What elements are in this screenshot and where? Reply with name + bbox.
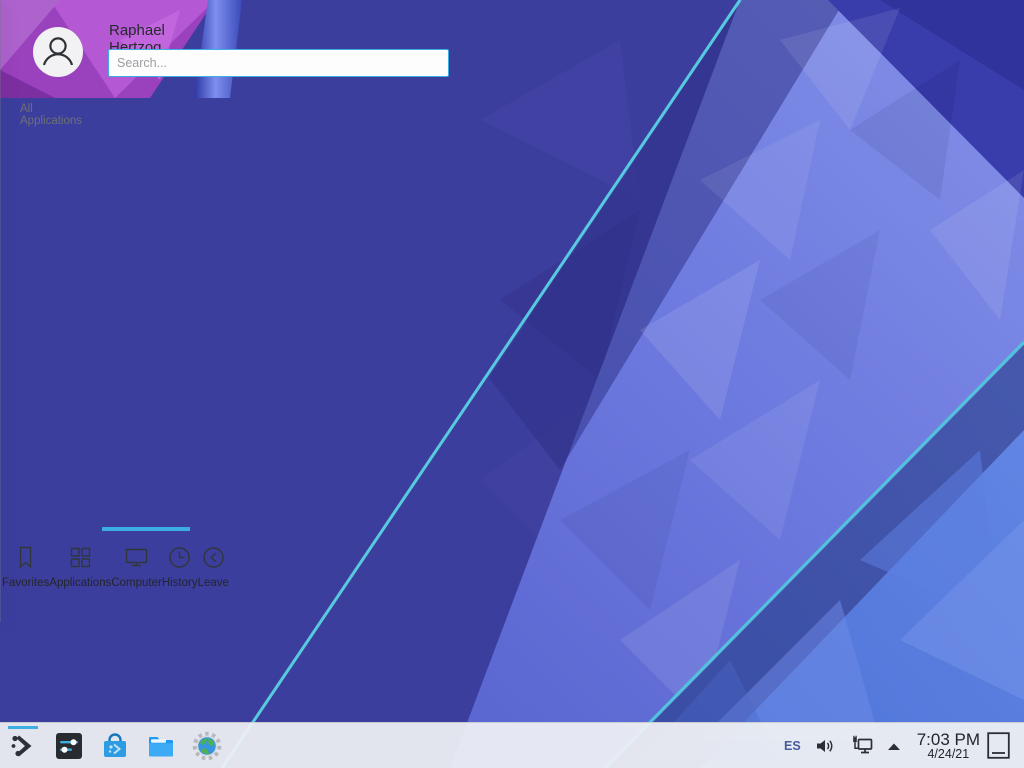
tab-label: Leave	[198, 577, 229, 589]
active-task-indicator	[8, 726, 38, 729]
user-avatar[interactable]	[32, 26, 84, 78]
show-desktop-button[interactable]	[987, 732, 1010, 759]
leave-icon	[200, 544, 227, 571]
system-settings-icon	[54, 731, 84, 761]
tab-history[interactable]: History	[162, 536, 198, 602]
web-browser-button[interactable]	[192, 731, 222, 761]
tab-favorites[interactable]: Favorites	[2, 536, 49, 602]
network-icon[interactable]	[849, 735, 874, 758]
discover-icon	[100, 731, 130, 761]
application-launcher-button[interactable]	[8, 731, 38, 761]
kde-launcher-icon	[8, 731, 38, 761]
file-manager-button[interactable]	[146, 731, 176, 761]
tab-label: History	[162, 577, 198, 589]
browser-globe-gear-icon	[192, 731, 222, 761]
clock-time: 7:03 PM	[917, 731, 980, 749]
desktop-wallpaper	[0, 0, 1024, 768]
digital-clock[interactable]: 7:03 PM 4/24/21	[917, 731, 980, 762]
application-launcher-popup: Raphael Hertzog All Applications Games ▶	[0, 0, 1, 622]
grid-icon	[67, 544, 94, 571]
section-label: All Applications	[20, 103, 82, 127]
active-tab-indicator	[102, 527, 190, 531]
search-input[interactable]	[108, 49, 449, 77]
system-tray: ES 7:03 PM 4/24/21	[784, 723, 980, 768]
clock-icon	[166, 544, 193, 571]
tab-label: Applications	[49, 577, 111, 589]
tab-applications[interactable]: Applications	[49, 536, 111, 602]
computer-icon	[123, 544, 150, 571]
tab-computer[interactable]: Computer	[111, 536, 162, 602]
clock-date: 4/24/21	[917, 748, 980, 761]
volume-icon[interactable]	[814, 735, 836, 757]
discover-button[interactable]	[100, 731, 130, 761]
system-settings-button[interactable]	[54, 731, 84, 761]
tab-label: Favorites	[2, 577, 49, 589]
tab-leave[interactable]: Leave	[198, 536, 229, 602]
taskbar-app-icons	[0, 731, 222, 761]
keyboard-layout-indicator[interactable]: ES	[784, 739, 801, 753]
expand-tray-icon[interactable]	[887, 742, 901, 751]
tab-label: Computer	[111, 577, 162, 589]
bookmark-icon	[12, 544, 39, 571]
folder-icon	[146, 731, 176, 761]
taskbar: ES 7:03 PM 4/24/21	[0, 722, 1024, 768]
